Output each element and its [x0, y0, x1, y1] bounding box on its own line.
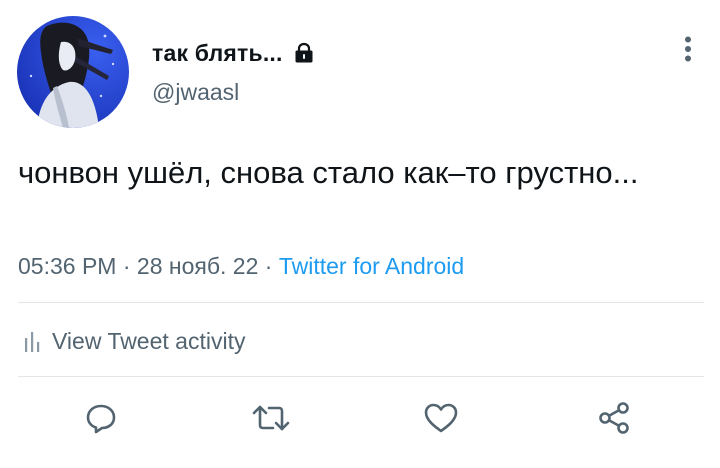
meta-separator: · — [258, 253, 279, 279]
display-name-row[interactable]: так блять... — [152, 38, 315, 68]
divider — [18, 302, 704, 303]
tweet-date[interactable]: 28 нояб. 22 — [137, 253, 258, 279]
retweet-button[interactable] — [249, 396, 293, 440]
avatar[interactable] — [17, 16, 129, 128]
view-tweet-activity-link[interactable]: View Tweet activity — [24, 326, 245, 356]
bar-chart-icon — [24, 330, 40, 352]
user-handle[interactable]: @jwaasl — [152, 79, 239, 106]
heart-icon — [424, 403, 458, 433]
view-tweet-activity-label: View Tweet activity — [52, 327, 246, 354]
tweet-text: чонвон ушёл, снова стало как–то грустно.… — [18, 155, 639, 190]
share-icon — [599, 402, 629, 434]
retweet-icon — [252, 405, 290, 431]
reply-icon — [86, 404, 116, 434]
avatar-image — [17, 16, 129, 128]
tweet-time[interactable]: 05:36 PM — [18, 253, 116, 279]
like-button[interactable] — [419, 396, 463, 440]
tweet-actions-bar — [0, 396, 720, 440]
divider — [18, 376, 704, 377]
lock-icon — [293, 42, 315, 64]
display-name[interactable]: так блять... — [152, 40, 283, 67]
share-button[interactable] — [592, 396, 636, 440]
reply-button[interactable] — [79, 396, 123, 440]
more-vertical-icon[interactable] — [676, 34, 700, 64]
tweet-metadata: 05:36 PM · 28 нояб. 22 · Twitter for And… — [18, 253, 464, 280]
tweet-source-link[interactable]: Twitter for Android — [279, 253, 464, 279]
meta-separator: · — [116, 253, 137, 279]
tweet-detail: так блять... @jwaasl чонвон ушёл, снова … — [0, 0, 720, 468]
